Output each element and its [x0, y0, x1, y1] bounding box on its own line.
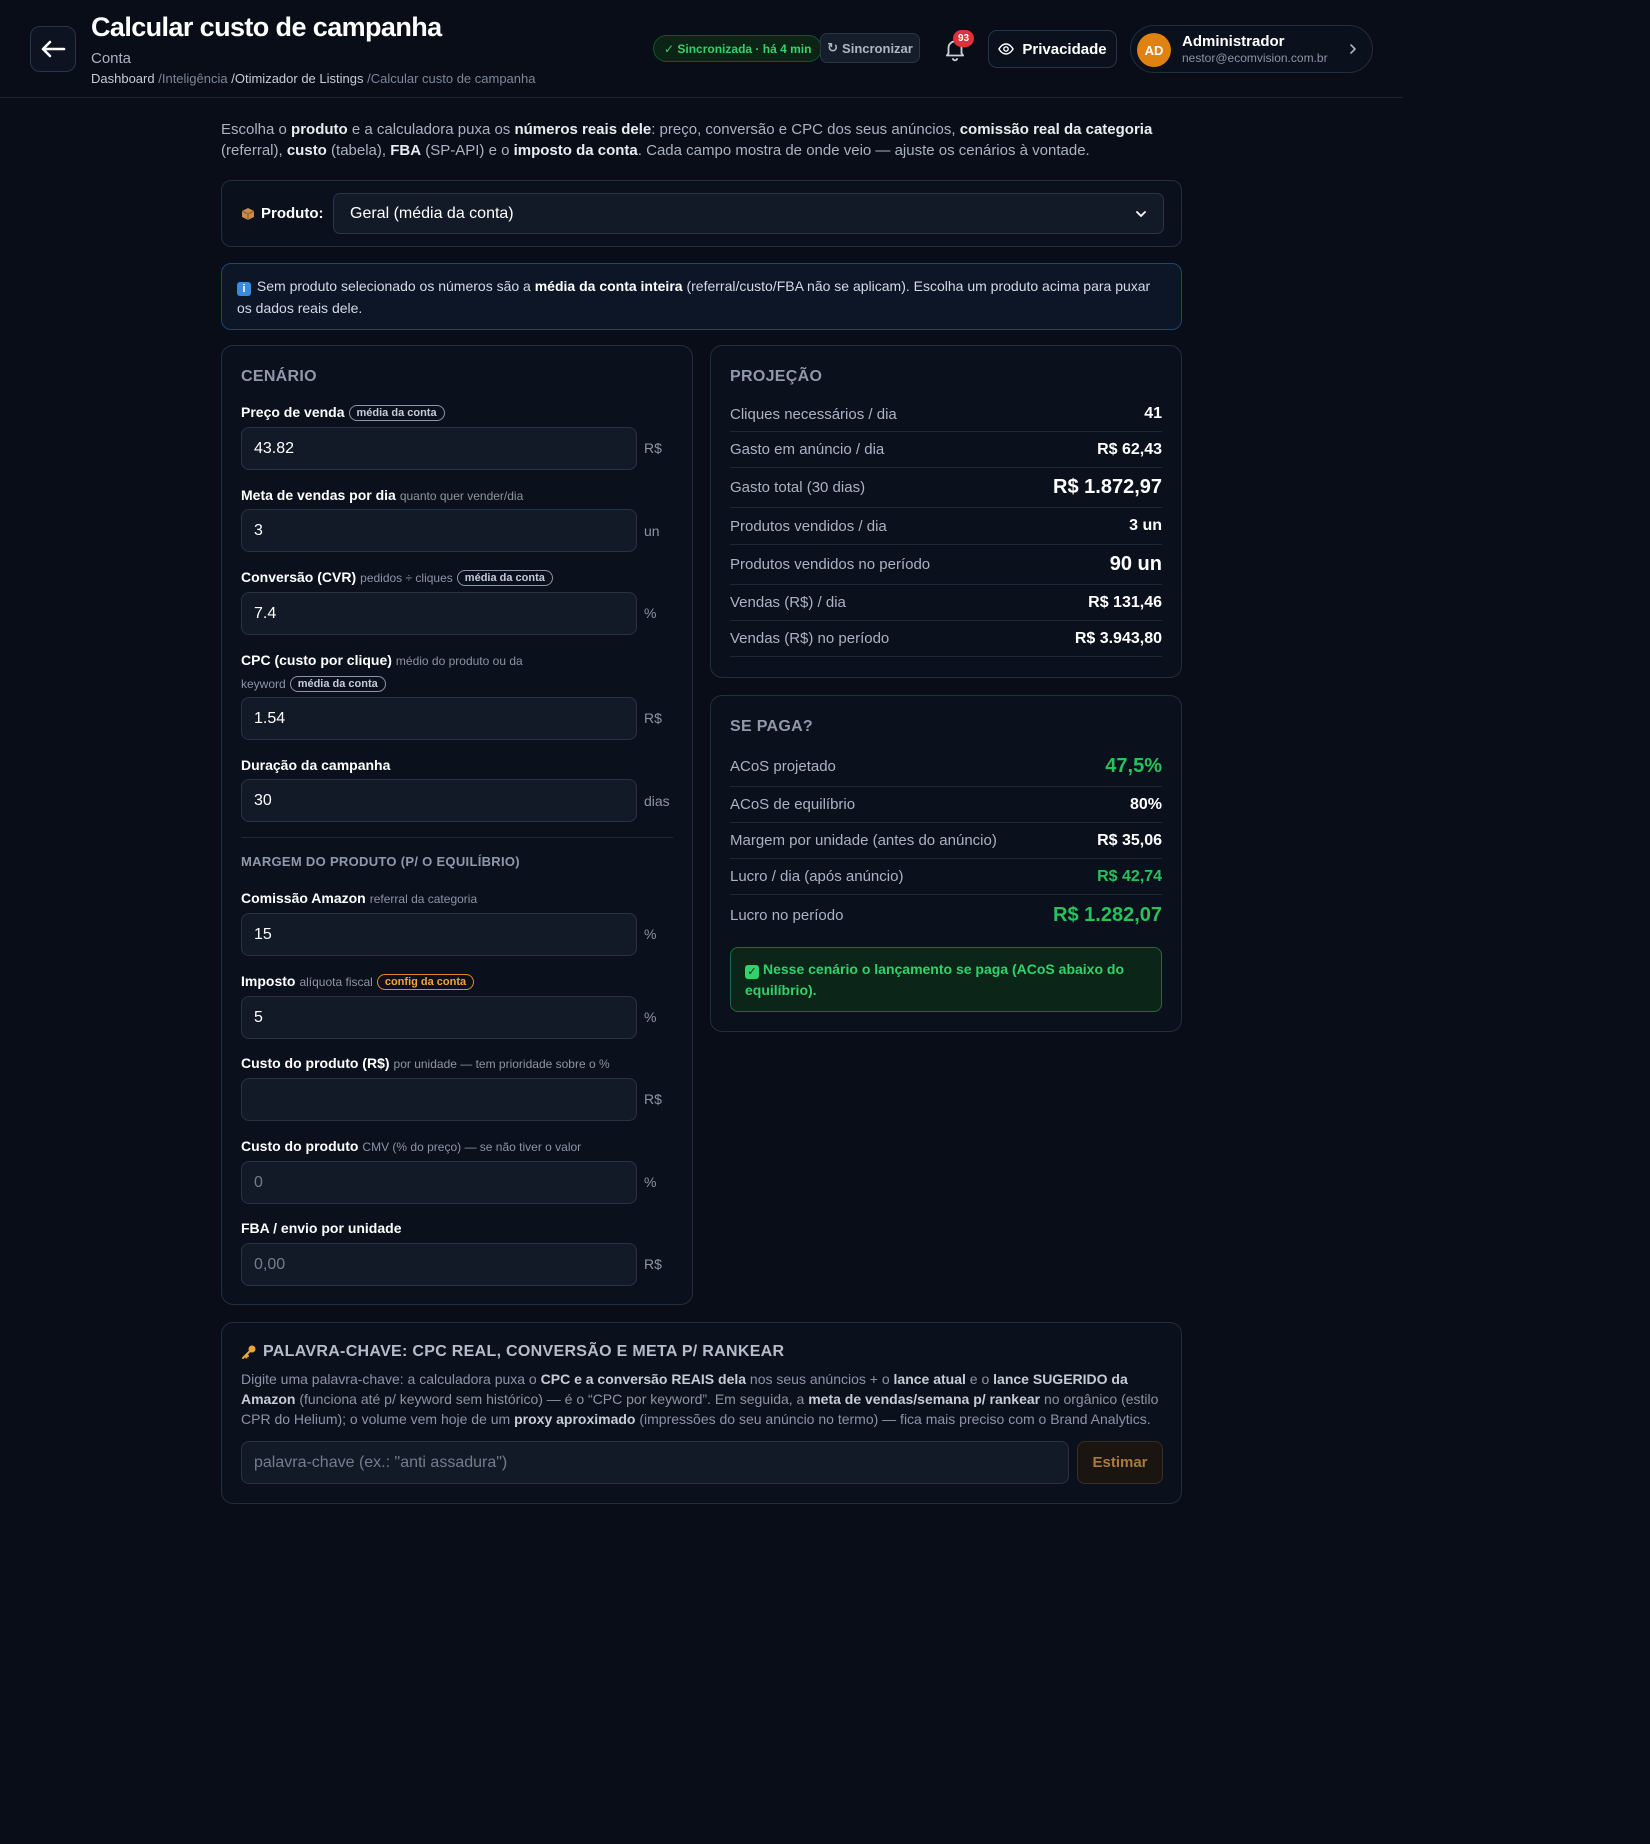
conversion-input[interactable]: 7.4 [241, 592, 637, 635]
conversion-unit: % [644, 605, 657, 621]
commission-unit: % [644, 926, 657, 942]
breadcrumb-otimizador[interactable]: /Otimizador de Listings [231, 71, 363, 86]
cogs-percent-unit: % [644, 1174, 657, 1190]
divider [241, 837, 673, 838]
projection-row: Gasto total (30 dias) R$ 1.872,97 [730, 468, 1162, 508]
info-icon: i [237, 282, 251, 296]
eye-icon [998, 43, 1015, 55]
projection-row: Gasto em anúncio / dia R$ 62,43 [730, 432, 1162, 468]
sync-status-badge: ✓ Sincronizada · há 4 min [653, 35, 823, 62]
product-select[interactable]: Geral (média da conta) [333, 193, 1164, 234]
intro-text: Escolha o produto e a calculadora puxa o… [221, 121, 1153, 159]
notification-count-badge: 93 [953, 30, 974, 47]
refresh-icon: ↻ [827, 40, 839, 55]
payback-row: ACoS projetado 47,5% [730, 747, 1162, 787]
info-notice: i Sem produto selecionado os números são… [221, 263, 1182, 330]
breadcrumb-inteligencia[interactable]: /Inteligência [158, 71, 227, 86]
scenario-card: CENÁRIO Preço de venda média da conta 43.… [221, 345, 693, 1305]
privacy-button-label: Privacidade [1022, 40, 1107, 58]
cpc-unit: R$ [644, 710, 662, 726]
check-icon: ✓ [745, 965, 759, 979]
cogs-percent-label: Custo do produto CMV (% do preço) — se nã… [241, 1138, 582, 1154]
keyword-input[interactable]: palavra-chave (ex.: "anti assadura") [241, 1441, 1069, 1484]
projection-row: Vendas (R$) no período R$ 3.943,80 [730, 621, 1162, 657]
commission-input[interactable]: 15 [241, 913, 637, 956]
sync-button[interactable]: ↻ Sincronizar [820, 33, 920, 63]
source-tag: média da conta [289, 676, 386, 692]
chevron-down-icon [1136, 210, 1146, 217]
chevron-right-icon [1350, 44, 1357, 54]
payback-row: Lucro no período R$ 1.282,07 [730, 903, 1162, 926]
payback-title: SE PAGA? [730, 718, 814, 735]
sales-goal-input[interactable]: 3 [241, 509, 637, 552]
product-select-value: Geral (média da conta) [350, 204, 514, 222]
price-unit: R$ [644, 440, 662, 456]
fba-label: FBA / envio por unidade [241, 1220, 402, 1236]
tax-unit: % [644, 1009, 657, 1025]
page-subtitle: Conta [91, 50, 132, 67]
fba-input[interactable]: 0,00 [241, 1243, 637, 1286]
payback-verdict: ✓ Nesse cenário o lançamento se paga (ACo… [730, 947, 1162, 1012]
estimate-button[interactable]: Estimar [1077, 1441, 1163, 1484]
margin-section-title: MARGEM DO PRODUTO (P/ O EQUILÍBRIO) [241, 854, 520, 869]
cpc-label: CPC (custo por clique) médio do produto o… [241, 652, 523, 668]
cpc-input[interactable]: 1.54 [241, 697, 637, 740]
price-label: Preço de venda média da conta [241, 401, 445, 424]
keyword-title: PALAVRA-CHAVE: CPC REAL, CONVERSÃO E MET… [241, 1343, 784, 1361]
cpc-label-cont: keyword média da conta [241, 672, 386, 696]
user-menu[interactable]: AD Administrador nestor@ecomvision.com.b… [1130, 25, 1373, 73]
product-cost-unit: R$ [644, 1091, 662, 1107]
sales-goal-unit: un [644, 523, 660, 539]
conversion-label: Conversão (CVR) pedidos ÷ cliques média da… [241, 566, 553, 590]
breadcrumb-current: /Calcular custo de campanha [367, 71, 536, 86]
breadcrumb-dashboard[interactable]: Dashboard [91, 71, 155, 86]
duration-unit: dias [644, 793, 670, 809]
page-header: Calcular custo de campanha Conta Dashboa… [0, 0, 1403, 98]
package-icon [241, 207, 255, 220]
keyword-card: PALAVRA-CHAVE: CPC REAL, CONVERSÃO E MET… [221, 1322, 1182, 1504]
payback-card: SE PAGA? ACoS projetado 47,5% ACoS de equ… [710, 695, 1182, 1032]
page-title: Calcular custo de campanha [91, 12, 442, 42]
product-label: Produto: [241, 205, 323, 222]
projection-row: Produtos vendidos / dia 3 un [730, 508, 1162, 545]
payback-row: Margem por unidade (antes do anúncio) R$ … [730, 823, 1162, 859]
fba-unit: R$ [644, 1256, 662, 1272]
product-cost-input[interactable] [241, 1078, 637, 1121]
product-cost-label: Custo do produto (R$) por unidade — tem p… [241, 1055, 610, 1071]
breadcrumb: Dashboard /Inteligência /Otimizador de L… [91, 71, 535, 86]
tax-label: Imposto alíquota fiscal config da conta [241, 970, 475, 994]
scenario-title: CENÁRIO [241, 368, 317, 385]
source-tag: config da conta [376, 974, 475, 990]
payback-row: ACoS de equilíbrio 80% [730, 787, 1162, 823]
cogs-percent-input[interactable]: 0 [241, 1161, 637, 1204]
key-icon [242, 1345, 256, 1359]
privacy-button[interactable]: Privacidade [988, 30, 1117, 68]
duration-label: Duração da campanha [241, 757, 391, 773]
source-tag: média da conta [348, 405, 445, 421]
duration-input[interactable]: 30 [241, 779, 637, 822]
arrow-left-icon [41, 40, 66, 58]
source-tag: média da conta [456, 570, 553, 586]
product-selector-card: Produto: Geral (média da conta) [221, 180, 1182, 247]
avatar: AD [1137, 33, 1171, 67]
sales-goal-label: Meta de vendas por dia quanto quer vender… [241, 487, 524, 503]
commission-label: Comissão Amazon referral da categoria [241, 890, 478, 906]
price-input[interactable]: 43.82 [241, 427, 637, 470]
user-email: nestor@ecomvision.com.br [1182, 51, 1328, 65]
tax-input[interactable]: 5 [241, 996, 637, 1039]
projection-row: Vendas (R$) / dia R$ 131,46 [730, 585, 1162, 621]
back-button[interactable] [30, 26, 76, 72]
sync-button-label: Sincronizar [842, 40, 913, 56]
user-name: Administrador [1182, 33, 1285, 50]
projection-row: Cliques necessários / dia 41 [730, 397, 1162, 432]
payback-row: Lucro / dia (após anúncio) R$ 42,74 [730, 859, 1162, 895]
projection-title: PROJEÇÃO [730, 368, 823, 385]
keyword-description: Digite uma palavra-chave: a calculadora … [241, 1371, 1159, 1427]
projection-card: PROJEÇÃO Cliques necessários / dia 41 Gas… [710, 345, 1182, 678]
projection-row: Produtos vendidos no período 90 un [730, 545, 1162, 585]
